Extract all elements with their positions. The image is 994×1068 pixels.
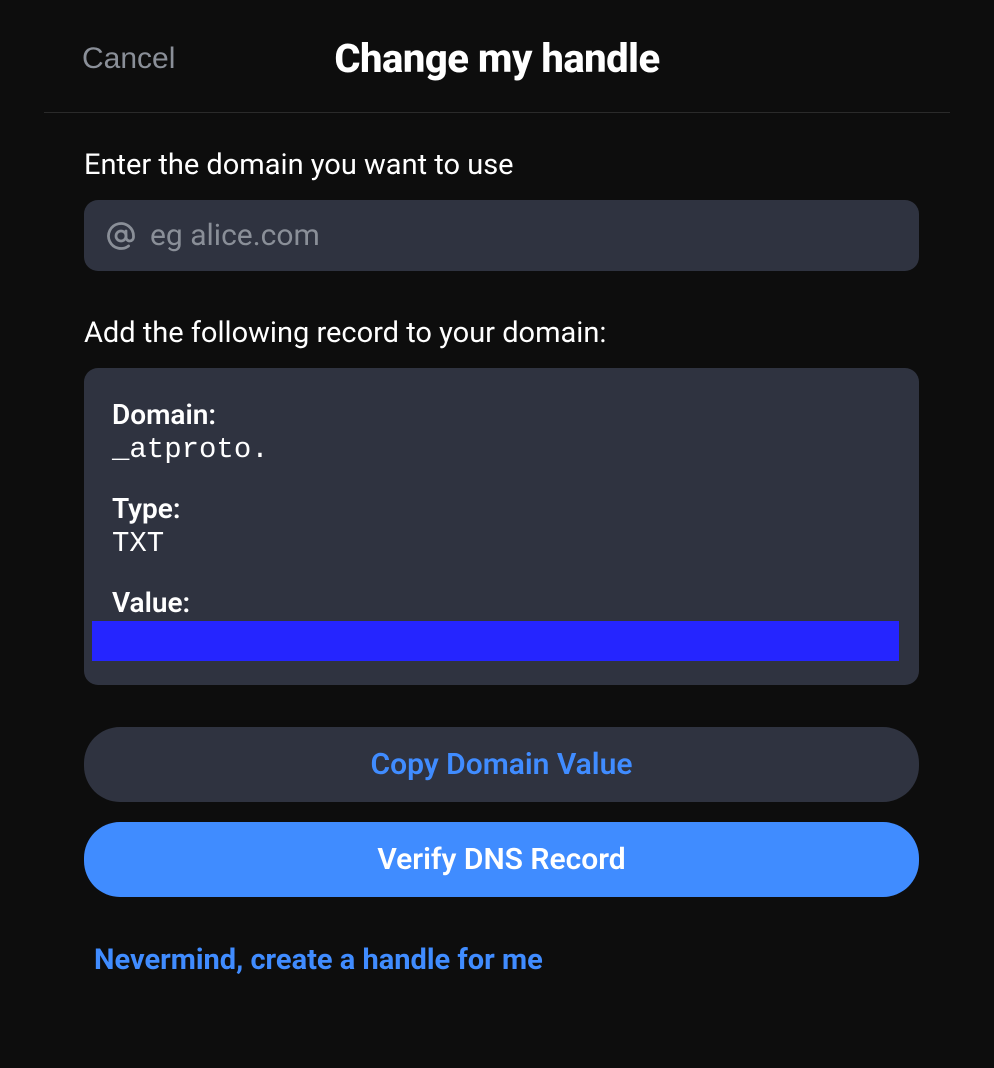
record-value-redacted [92, 621, 899, 661]
record-domain-value: _atproto. [112, 433, 891, 466]
dns-record-box: Domain: _atproto. Type: TXT Value: [84, 368, 919, 685]
domain-input-label: Enter the domain you want to use [84, 148, 919, 182]
copy-domain-value-button[interactable]: Copy Domain Value [84, 727, 919, 802]
nevermind-link[interactable]: Nevermind, create a handle for me [84, 943, 919, 977]
record-domain-field: Domain: _atproto. [84, 398, 919, 466]
record-type-field: Type: TXT [84, 492, 919, 560]
domain-input[interactable] [150, 218, 897, 253]
at-icon [106, 221, 136, 251]
record-type-label: Type: [112, 492, 891, 525]
record-domain-label: Domain: [112, 398, 891, 431]
record-value-field: Value: [84, 586, 919, 661]
cancel-button[interactable]: Cancel [82, 42, 175, 76]
record-instructions-label: Add the following record to your domain: [84, 316, 919, 350]
verify-dns-record-button[interactable]: Verify DNS Record [84, 822, 919, 897]
content-area: Enter the domain you want to use Add the… [0, 113, 994, 977]
page-title: Change my handle [92, 35, 902, 82]
record-value-label: Value: [84, 586, 919, 619]
record-type-value: TXT [112, 527, 891, 560]
domain-input-wrapper[interactable] [84, 200, 919, 271]
header-bar: Cancel Change my handle [44, 0, 950, 113]
